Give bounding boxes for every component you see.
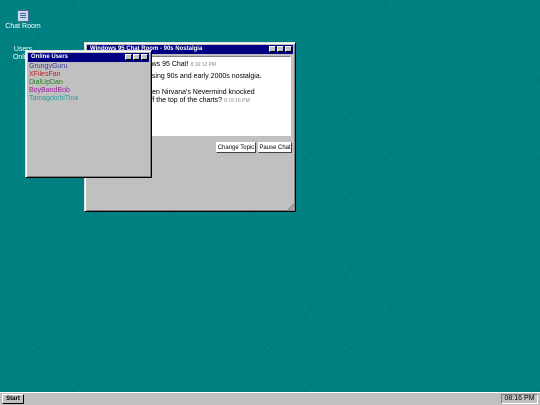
maximize-icon[interactable]	[133, 54, 140, 60]
user-list-item[interactable]: DialUpDan	[29, 79, 78, 87]
close-icon[interactable]	[141, 54, 148, 60]
taskbar-clock: 08:16 PM	[501, 394, 538, 404]
user-list-item[interactable]: TamagotchiTina	[29, 95, 78, 103]
desktop-icon-chat-room[interactable]: Chat Room	[3, 10, 43, 31]
desktop: Chat Room Users Online Windows 95 Chat R…	[0, 0, 540, 392]
user-list-item[interactable]: XFilesFan	[29, 71, 78, 79]
online-users-window: Online Users GrungyGuru XFilesFan DialUp…	[25, 50, 152, 178]
minimize-icon[interactable]	[269, 46, 276, 52]
user-list: GrungyGuru XFilesFan DialUpDan BoyBandBo…	[29, 63, 78, 103]
change-topic-button[interactable]: Change Topic	[216, 142, 256, 153]
start-button[interactable]: Start	[2, 394, 24, 404]
maximize-icon[interactable]	[277, 46, 284, 52]
desktop-icon-label: Chat Room	[5, 23, 41, 30]
chat-message-time: 8:16:12 PM	[190, 62, 217, 68]
close-icon[interactable]	[285, 46, 292, 52]
chat-window-icon	[17, 10, 29, 22]
user-list-item[interactable]: BoyBandBob	[29, 87, 78, 95]
online-users-title: Online Users	[31, 54, 69, 60]
chat-message-time: 8:16:16 PM	[224, 98, 250, 104]
resize-grip-icon[interactable]	[288, 204, 294, 210]
minimize-icon[interactable]	[125, 54, 132, 60]
online-users-titlebar[interactable]: Online Users	[28, 53, 149, 62]
pause-chat-button[interactable]: Pause Chat	[258, 142, 292, 153]
taskbar: Start 08:16 PM	[0, 392, 540, 405]
user-list-item[interactable]: GrungyGuru	[29, 63, 78, 71]
